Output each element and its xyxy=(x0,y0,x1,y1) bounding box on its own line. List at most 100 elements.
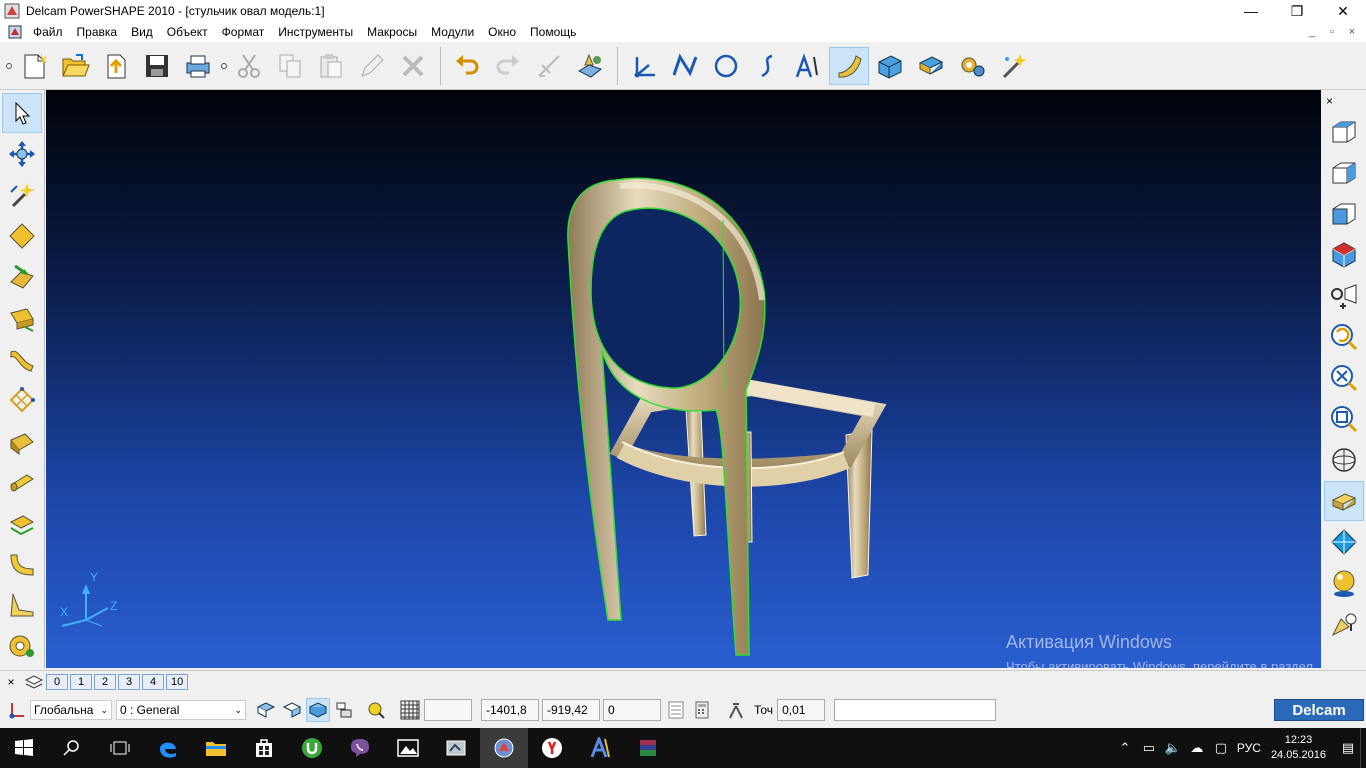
ruled-surface-icon[interactable] xyxy=(2,421,42,461)
level-button-4[interactable]: 4 xyxy=(142,673,164,690)
menu-macros[interactable]: Макросы xyxy=(360,22,424,42)
document-icon[interactable] xyxy=(8,25,22,39)
menu-window[interactable]: Окно xyxy=(481,22,523,42)
workplane-select[interactable]: Глобальна ⌄ xyxy=(30,700,112,720)
mdi-minimize-button[interactable]: _ xyxy=(1302,26,1322,38)
offset-surface-icon[interactable] xyxy=(2,503,42,543)
minimize-button[interactable]: — xyxy=(1228,0,1274,22)
zoom-fit-icon[interactable] xyxy=(1324,358,1364,398)
model-select-icon[interactable] xyxy=(254,698,278,722)
extrude-icon[interactable] xyxy=(2,298,42,338)
level-button-10[interactable]: 10 xyxy=(166,673,189,690)
search-icon[interactable] xyxy=(48,728,96,768)
level-button-3[interactable]: 3 xyxy=(118,673,140,690)
curve-icon[interactable] xyxy=(747,47,787,85)
menu-modules[interactable]: Модули xyxy=(424,22,481,42)
delete-icon[interactable] xyxy=(393,47,433,85)
notification-icon[interactable]: ▢ xyxy=(1209,740,1233,756)
open-icon[interactable] xyxy=(55,47,95,85)
copy-icon[interactable] xyxy=(270,47,310,85)
shaded-wire-icon[interactable] xyxy=(1324,522,1364,562)
action-center-icon[interactable]: ▤ xyxy=(1336,740,1360,756)
coordinate-y-field[interactable]: -919,42 xyxy=(542,699,600,721)
view-iso-1-icon[interactable] xyxy=(1324,112,1364,152)
menu-format[interactable]: Формат xyxy=(215,22,272,42)
network-icon[interactable]: ☁ xyxy=(1185,740,1209,756)
volume-icon[interactable]: 🔈 xyxy=(1161,740,1185,756)
surface-icon[interactable] xyxy=(829,46,869,85)
file-explorer-icon[interactable] xyxy=(192,728,240,768)
grid-icon[interactable] xyxy=(398,698,422,722)
language-indicator[interactable]: РУС xyxy=(1237,741,1261,755)
view-3d-icon[interactable] xyxy=(1324,235,1364,275)
store-icon[interactable] xyxy=(240,728,288,768)
task-view-icon[interactable] xyxy=(96,728,144,768)
view-camera-icon[interactable] xyxy=(1324,276,1364,316)
undo-icon[interactable] xyxy=(447,47,487,85)
level-select[interactable]: 0 : General ⌄ xyxy=(116,700,246,720)
lighting-icon[interactable] xyxy=(1324,604,1364,644)
surface-edit-icon[interactable] xyxy=(2,257,42,297)
select-icon[interactable] xyxy=(2,93,42,133)
menu-file[interactable]: Файл xyxy=(26,22,70,42)
surface-patch-icon[interactable] xyxy=(2,216,42,256)
artcam-icon[interactable] xyxy=(576,728,624,768)
photos-icon[interactable] xyxy=(384,728,432,768)
magic-select-icon[interactable] xyxy=(2,175,42,215)
coordinate-x-field[interactable]: -1401,8 xyxy=(481,699,539,721)
shaded-icon[interactable] xyxy=(1323,481,1364,521)
yandex-browser-icon[interactable] xyxy=(528,728,576,768)
view-iso-2-icon[interactable] xyxy=(1324,153,1364,193)
draw-icon[interactable] xyxy=(529,47,569,85)
render-icon[interactable] xyxy=(570,47,610,85)
workplane-icon[interactable] xyxy=(624,47,664,85)
assembly-icon[interactable] xyxy=(911,47,951,85)
material-icon[interactable] xyxy=(1324,563,1364,603)
edit-icon[interactable] xyxy=(352,47,392,85)
level-button-1[interactable]: 1 xyxy=(70,673,92,690)
view-toolbar-close-button[interactable]: × xyxy=(1321,90,1333,112)
chevron-up-icon[interactable]: ⌃ xyxy=(1113,740,1137,756)
powershape-taskbar-icon[interactable] xyxy=(480,728,528,768)
fillet-surface-icon[interactable] xyxy=(2,544,42,584)
print-icon[interactable] xyxy=(178,47,218,85)
show-desktop-button[interactable] xyxy=(1360,728,1366,768)
solid-icon[interactable] xyxy=(870,47,910,85)
chair-model[interactable]: Y X Z xyxy=(46,90,1321,668)
command-field[interactable] xyxy=(834,699,997,721)
sweep-icon[interactable] xyxy=(2,339,42,379)
layers-icon[interactable] xyxy=(22,674,46,689)
menu-edit[interactable]: Правка xyxy=(70,22,125,42)
new-icon[interactable] xyxy=(14,47,54,85)
circle-icon[interactable] xyxy=(706,47,746,85)
snap-icon[interactable] xyxy=(364,698,388,722)
line-icon[interactable] xyxy=(665,47,705,85)
filter-icon[interactable] xyxy=(332,698,356,722)
blend-surface-icon[interactable] xyxy=(2,585,42,625)
menu-view[interactable]: Вид xyxy=(124,22,160,42)
menu-tools[interactable]: Инструменты xyxy=(271,22,360,42)
power-icon[interactable]: ▭ xyxy=(1137,740,1161,756)
coordinates-list-icon[interactable] xyxy=(664,698,688,722)
levels-bar-close-button[interactable]: × xyxy=(0,675,22,689)
paste-icon[interactable] xyxy=(311,47,351,85)
level-button-0[interactable]: 0 xyxy=(46,673,68,690)
surface-select-icon[interactable] xyxy=(280,698,304,722)
app-window-icon[interactable] xyxy=(432,728,480,768)
wireframe-icon[interactable] xyxy=(1324,440,1364,480)
cylinder-surface-icon[interactable] xyxy=(2,462,42,502)
toolbar-grip[interactable] xyxy=(6,62,12,69)
wizard-icon[interactable] xyxy=(993,47,1033,85)
transform-icon[interactable] xyxy=(2,134,42,174)
import-icon[interactable] xyxy=(96,47,136,85)
mdi-close-button[interactable]: × xyxy=(1342,26,1362,38)
text-icon[interactable] xyxy=(788,47,828,85)
level-button-2[interactable]: 2 xyxy=(94,673,116,690)
surface-tools-icon[interactable] xyxy=(2,626,42,666)
zoom-box-icon[interactable] xyxy=(1324,399,1364,439)
3d-viewport[interactable]: Y X Z Активация Windows Чтобы активирова… xyxy=(46,90,1321,668)
edge-browser-icon[interactable] xyxy=(144,728,192,768)
grid-value-field[interactable] xyxy=(424,699,472,721)
tolerance-icon[interactable] xyxy=(724,698,748,722)
tolerance-field[interactable]: 0,01 xyxy=(777,699,826,721)
